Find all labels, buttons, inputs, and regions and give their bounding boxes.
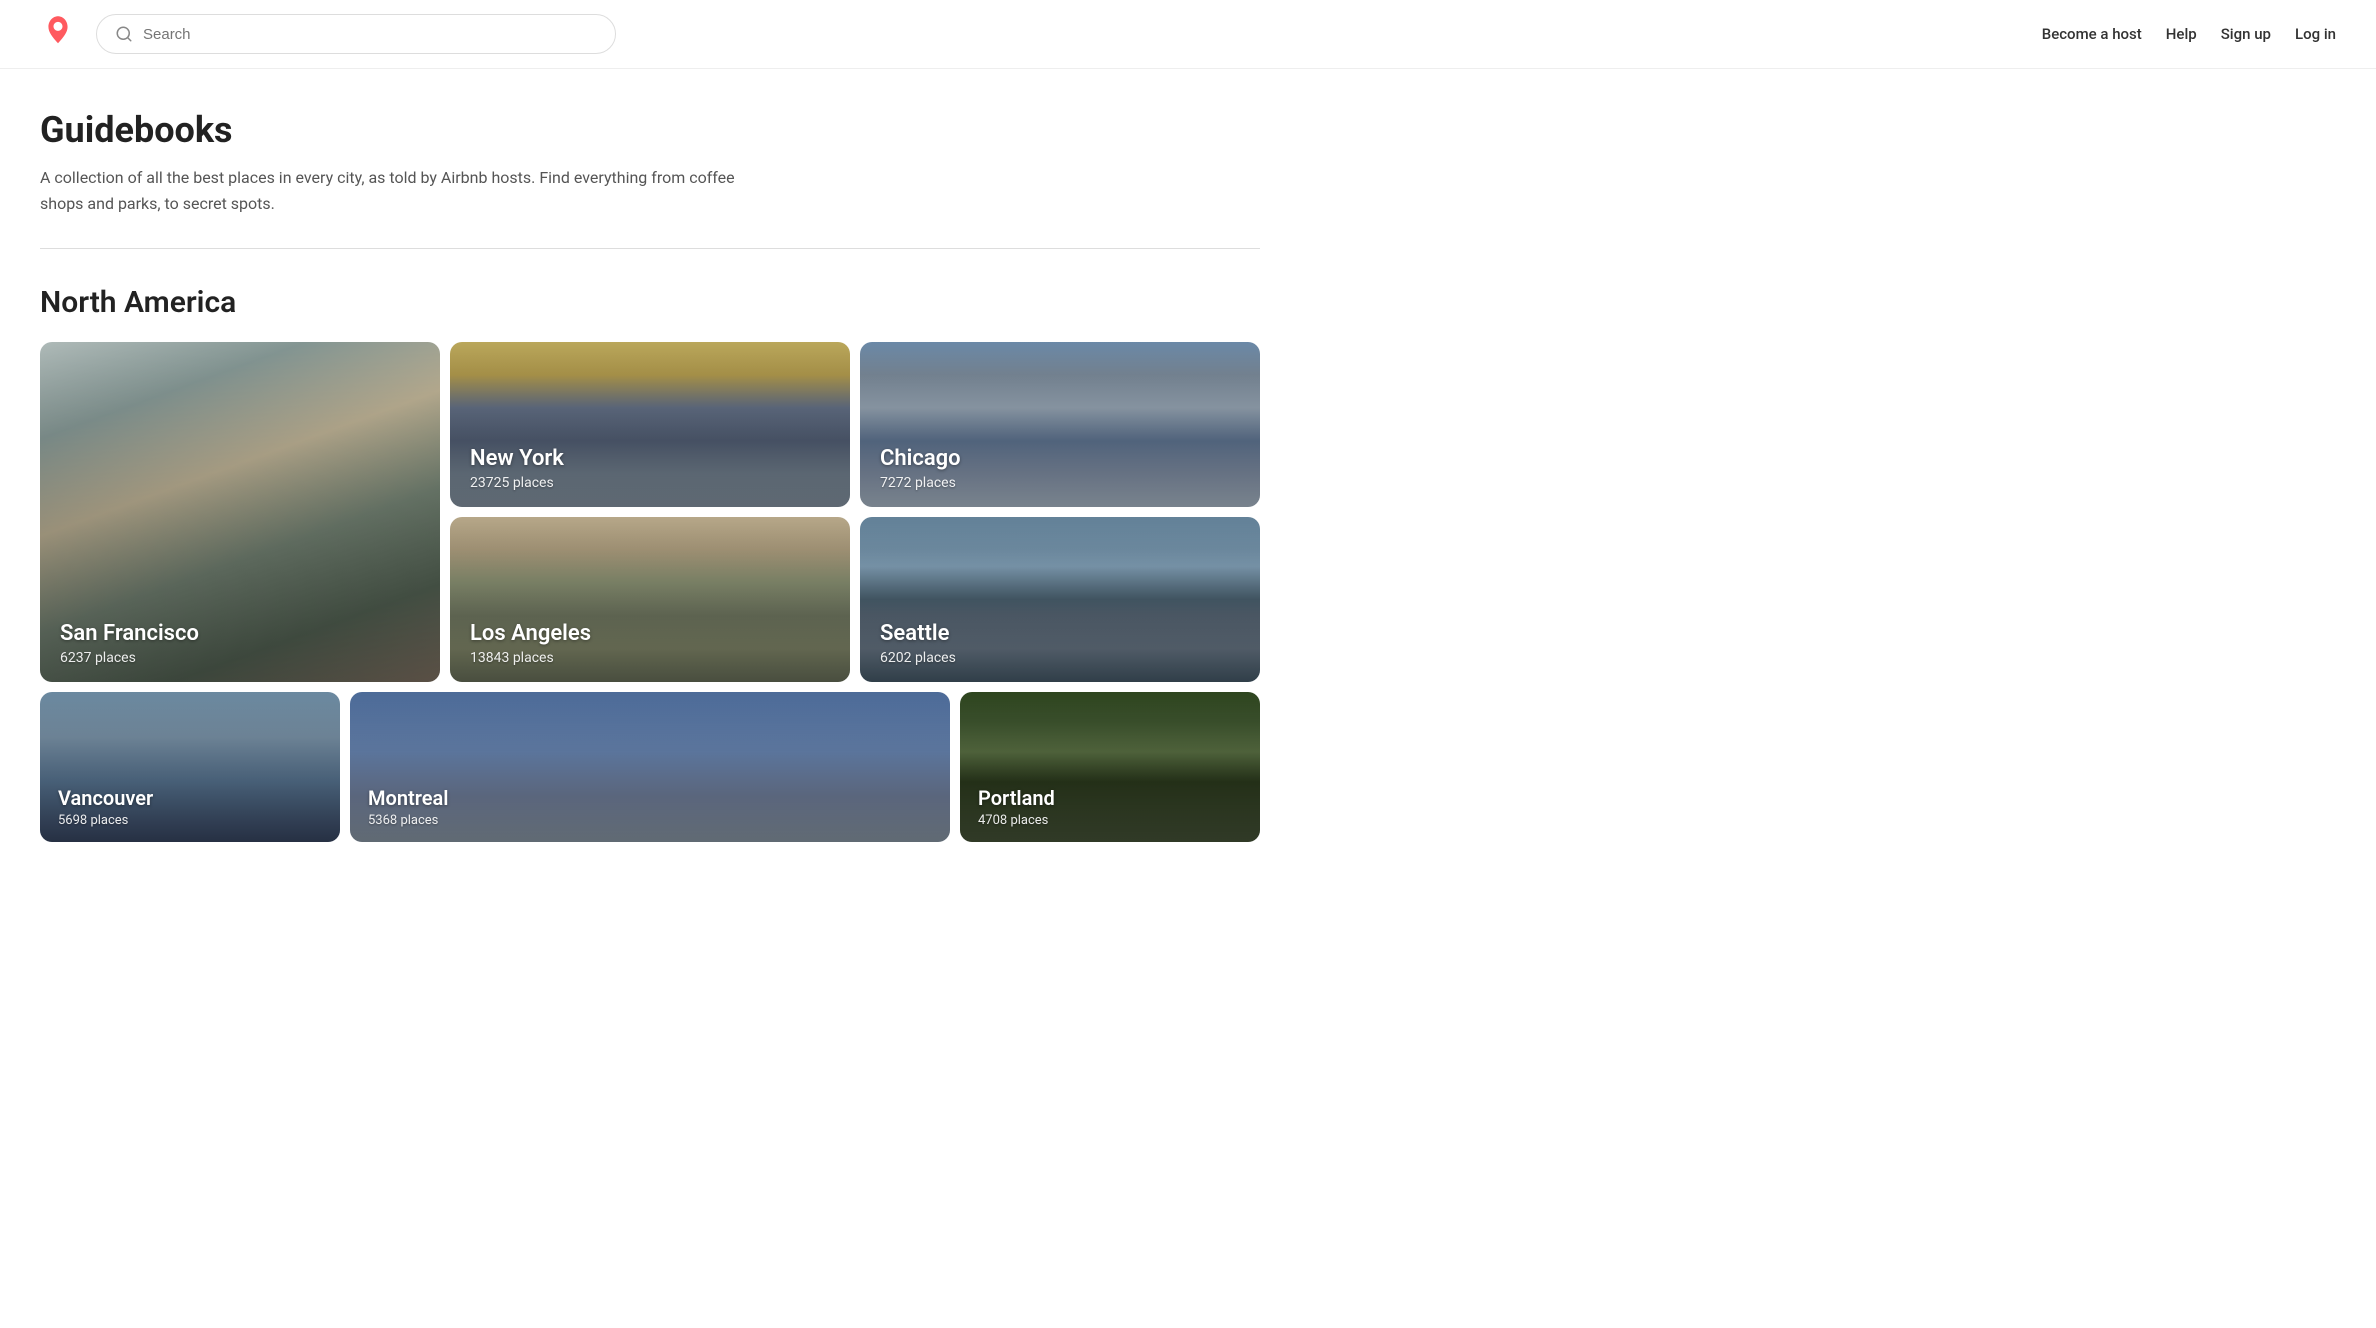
north-america-section: North America San Francisco 6237 places … (40, 285, 1260, 842)
city-info-chicago: Chicago 7272 places (860, 430, 981, 507)
city-name-ny: New York (470, 446, 564, 471)
page-description: A collection of all the best places in e… (40, 165, 740, 216)
header-left (40, 14, 616, 54)
city-grid-main: San Francisco 6237 places New York 23725… (40, 342, 1260, 682)
signup-link[interactable]: Sign up (2221, 25, 2271, 43)
city-card-vancouver[interactable]: Vancouver 5698 places (40, 692, 340, 842)
city-card-montreal[interactable]: Montreal 5368 places (350, 692, 950, 842)
city-info-seattle: Seattle 6202 places (860, 605, 976, 682)
section-divider (40, 248, 1260, 249)
city-info-ny: New York 23725 places (450, 430, 584, 507)
city-card-san-francisco[interactable]: San Francisco 6237 places (40, 342, 440, 682)
city-info-sf: San Francisco 6237 places (40, 605, 219, 682)
login-link[interactable]: Log in (2295, 25, 2336, 43)
city-card-portland[interactable]: Portland 4708 places (960, 692, 1260, 842)
city-name-portland: Portland (978, 786, 1055, 810)
city-grid-bottom: Vancouver 5698 places Montreal 5368 plac… (40, 692, 1260, 842)
help-link[interactable]: Help (2166, 25, 2197, 43)
search-icon (115, 25, 133, 43)
page-title: Guidebooks (40, 109, 1260, 151)
city-places-seattle: 6202 places (880, 650, 956, 666)
city-card-chicago[interactable]: Chicago 7272 places (860, 342, 1260, 507)
section-title-north-america: North America (40, 285, 1260, 320)
search-bar[interactable] (96, 14, 616, 54)
city-card-los-angeles[interactable]: Los Angeles 13843 places (450, 517, 850, 682)
city-places-vancouver: 5698 places (58, 813, 153, 828)
city-info-vancouver: Vancouver 5698 places (40, 772, 171, 842)
city-places-chicago: 7272 places (880, 475, 961, 491)
city-name-la: Los Angeles (470, 621, 591, 646)
header: Become a host Help Sign up Log in (0, 0, 2376, 69)
search-input[interactable] (143, 26, 597, 43)
city-name-montreal: Montreal (368, 786, 448, 810)
city-places-ny: 23725 places (470, 475, 564, 491)
city-places-montreal: 5368 places (368, 813, 448, 828)
header-nav: Become a host Help Sign up Log in (2042, 25, 2336, 43)
city-info-la: Los Angeles 13843 places (450, 605, 611, 682)
city-info-portland: Portland 4708 places (960, 772, 1073, 842)
city-name-vancouver: Vancouver (58, 786, 153, 810)
city-places-la: 13843 places (470, 650, 591, 666)
become-host-link[interactable]: Become a host (2042, 25, 2142, 43)
city-card-seattle[interactable]: Seattle 6202 places (860, 517, 1260, 682)
airbnb-logo[interactable] (40, 14, 76, 54)
city-name-chicago: Chicago (880, 446, 961, 471)
city-name-sf: San Francisco (60, 621, 199, 646)
city-info-montreal: Montreal 5368 places (350, 772, 466, 842)
city-places-portland: 4708 places (978, 813, 1055, 828)
city-card-new-york[interactable]: New York 23725 places (450, 342, 850, 507)
city-name-seattle: Seattle (880, 621, 956, 646)
city-places-sf: 6237 places (60, 650, 199, 666)
main-content: Guidebooks A collection of all the best … (0, 69, 1300, 842)
